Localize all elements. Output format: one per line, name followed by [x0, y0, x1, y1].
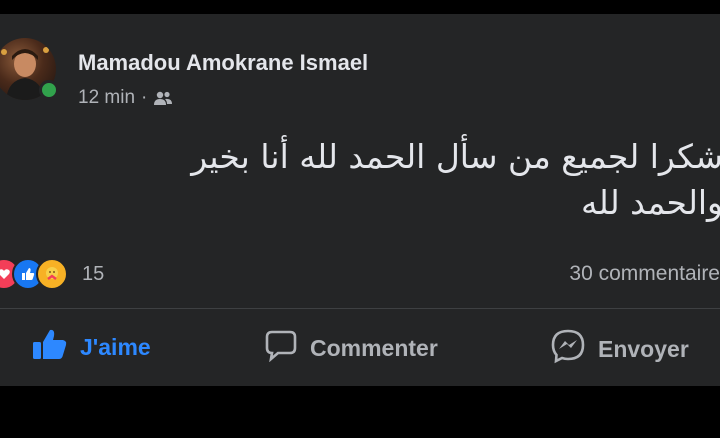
avatar[interactable]: [0, 38, 59, 100]
post-text-line: شكرا لجميع من سأل الحمد لله أنا بخير: [191, 137, 720, 176]
divider: [0, 308, 720, 309]
meta-separator: ·: [141, 87, 148, 108]
messenger-icon: [550, 328, 586, 370]
reactions-summary[interactable]: 15: [0, 258, 104, 290]
post-card: Mamadou Amokrane Ismael 12 min · شكرا لج…: [0, 14, 720, 386]
like-label: J'aime: [80, 333, 151, 360]
post-body: شكرا لجميع من سأل الحمد لله أنا بخير وال…: [83, 134, 720, 226]
comment-button[interactable]: Commenter: [264, 328, 438, 368]
comment-icon: [264, 328, 298, 368]
author-name[interactable]: Mamadou Amokrane Ismael: [78, 50, 368, 76]
comments-count[interactable]: 30 commentaire: [569, 262, 720, 286]
friends-icon: [153, 90, 173, 106]
comment-label: Commenter: [310, 334, 438, 361]
like-button[interactable]: J'aime: [32, 328, 151, 366]
care-icon: [36, 258, 68, 290]
post-meta: 12 min ·: [78, 87, 173, 109]
action-bar: J'aime Commenter Envoyer: [0, 314, 720, 380]
thumbs-up-icon: [32, 328, 68, 366]
reactions-count: 15: [82, 262, 105, 285]
post-time[interactable]: 12 min: [78, 87, 135, 109]
bottom-bar: [0, 386, 720, 438]
send-button[interactable]: Envoyer: [550, 328, 689, 370]
send-label: Envoyer: [598, 335, 689, 362]
online-status-dot: [39, 80, 59, 100]
post-text-line: والحمد لله: [580, 183, 720, 222]
